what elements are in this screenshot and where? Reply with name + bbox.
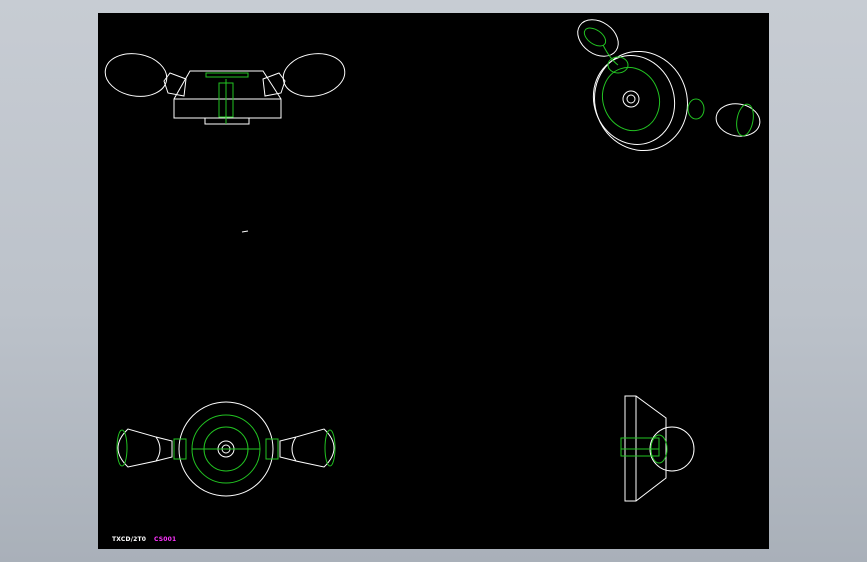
front-view [104,53,346,125]
side-view [620,395,695,502]
sheet-code-label: CS001 [154,536,177,543]
cad-drawing [104,19,761,502]
isometric-view [577,19,761,152]
cad-viewport[interactable]: TXCD/2T0 CS001 [98,13,769,549]
center-mark [241,230,249,233]
top-view [116,401,336,497]
drawing-number-label: TXCD/2T0 [112,536,147,543]
